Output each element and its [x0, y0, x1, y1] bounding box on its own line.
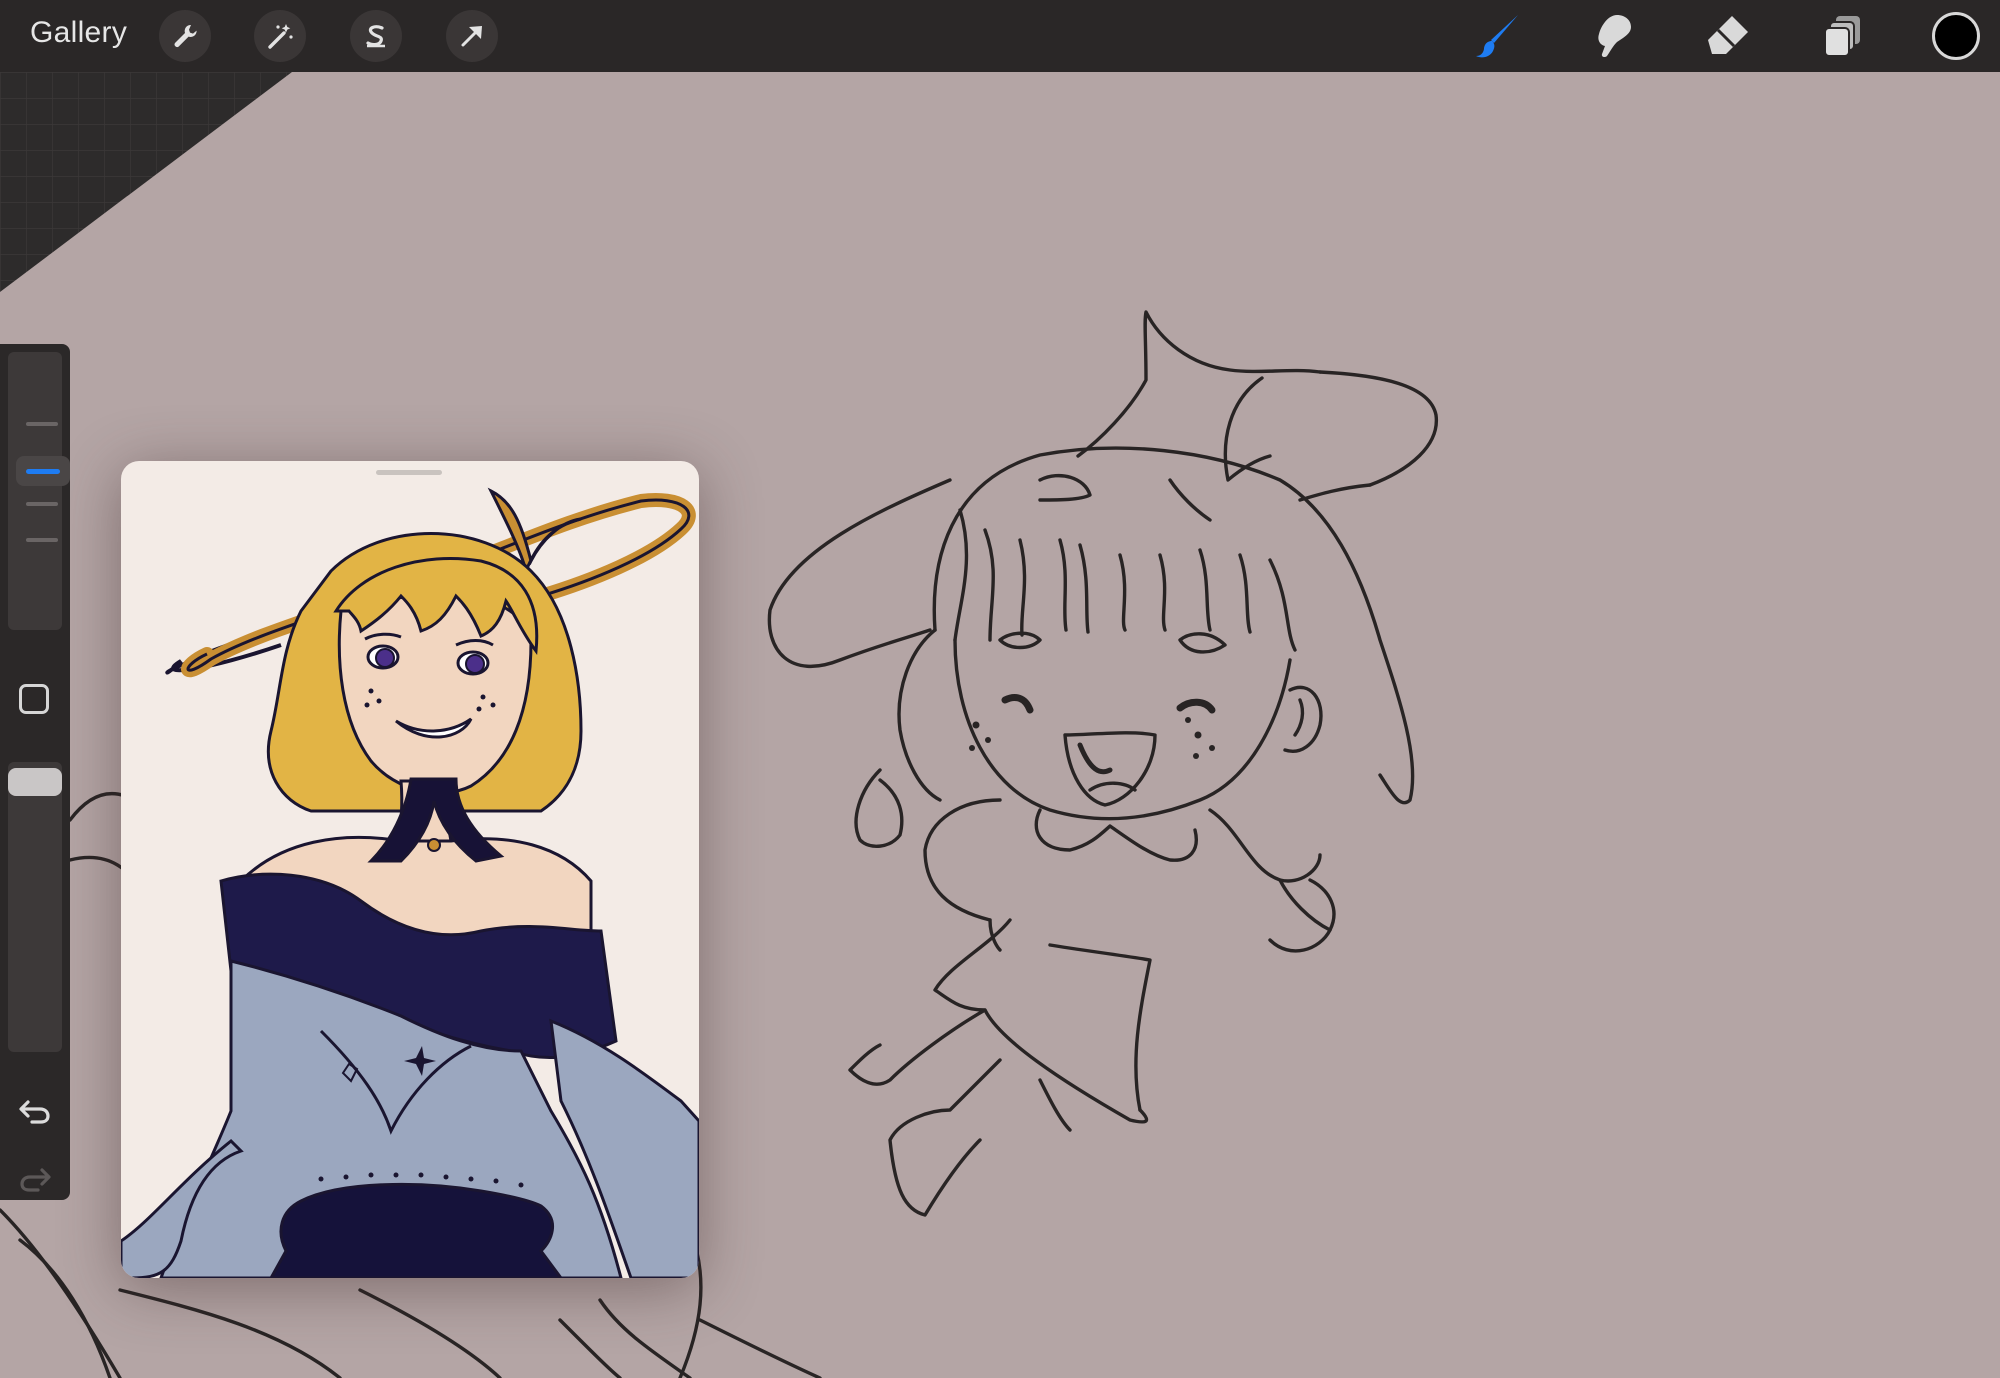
transform-button[interactable]	[446, 10, 498, 62]
brush-size-thumb[interactable]	[16, 456, 70, 486]
size-tick	[26, 422, 58, 426]
reference-window-grabber[interactable]	[376, 470, 442, 475]
selection-s-icon	[366, 25, 385, 48]
undo-button[interactable]	[14, 1090, 56, 1132]
smudge-icon	[1598, 15, 1631, 58]
modify-button[interactable]	[19, 684, 49, 714]
side-toolbar	[0, 344, 70, 1200]
magic-wand-icon	[268, 24, 293, 49]
gallery-button[interactable]: Gallery	[30, 16, 127, 50]
redo-button[interactable]	[14, 1158, 56, 1200]
canvas-outside-grid	[0, 72, 292, 292]
redo-icon	[20, 1168, 51, 1192]
chibi-sketch	[767, 310, 1438, 1217]
eraser-tool-button[interactable]	[1700, 8, 1756, 64]
actions-wrench-button[interactable]	[159, 10, 211, 62]
eraser-icon	[1708, 16, 1748, 54]
size-tick	[26, 538, 58, 542]
top-toolbar: Gallery	[0, 0, 2000, 72]
color-swatch-button[interactable]	[1932, 12, 1980, 60]
brush-size-slider[interactable]	[8, 352, 70, 630]
brush-opacity-thumb[interactable]	[8, 768, 62, 796]
adjustments-button[interactable]	[254, 10, 306, 62]
size-tick	[26, 502, 58, 506]
layers-button[interactable]	[1816, 8, 1872, 64]
reference-window[interactable]	[121, 461, 699, 1278]
brush-icon	[1476, 15, 1518, 58]
layers-icon	[1824, 16, 1860, 57]
transform-arrow-icon	[461, 26, 482, 47]
reference-image	[121, 487, 699, 1278]
smudge-tool-button[interactable]	[1585, 8, 1641, 64]
brush-tool-button[interactable]	[1470, 8, 1526, 64]
wrench-icon	[174, 24, 197, 48]
brush-opacity-slider[interactable]	[8, 762, 62, 1052]
selection-button[interactable]	[350, 10, 402, 62]
undo-icon	[19, 1100, 50, 1124]
